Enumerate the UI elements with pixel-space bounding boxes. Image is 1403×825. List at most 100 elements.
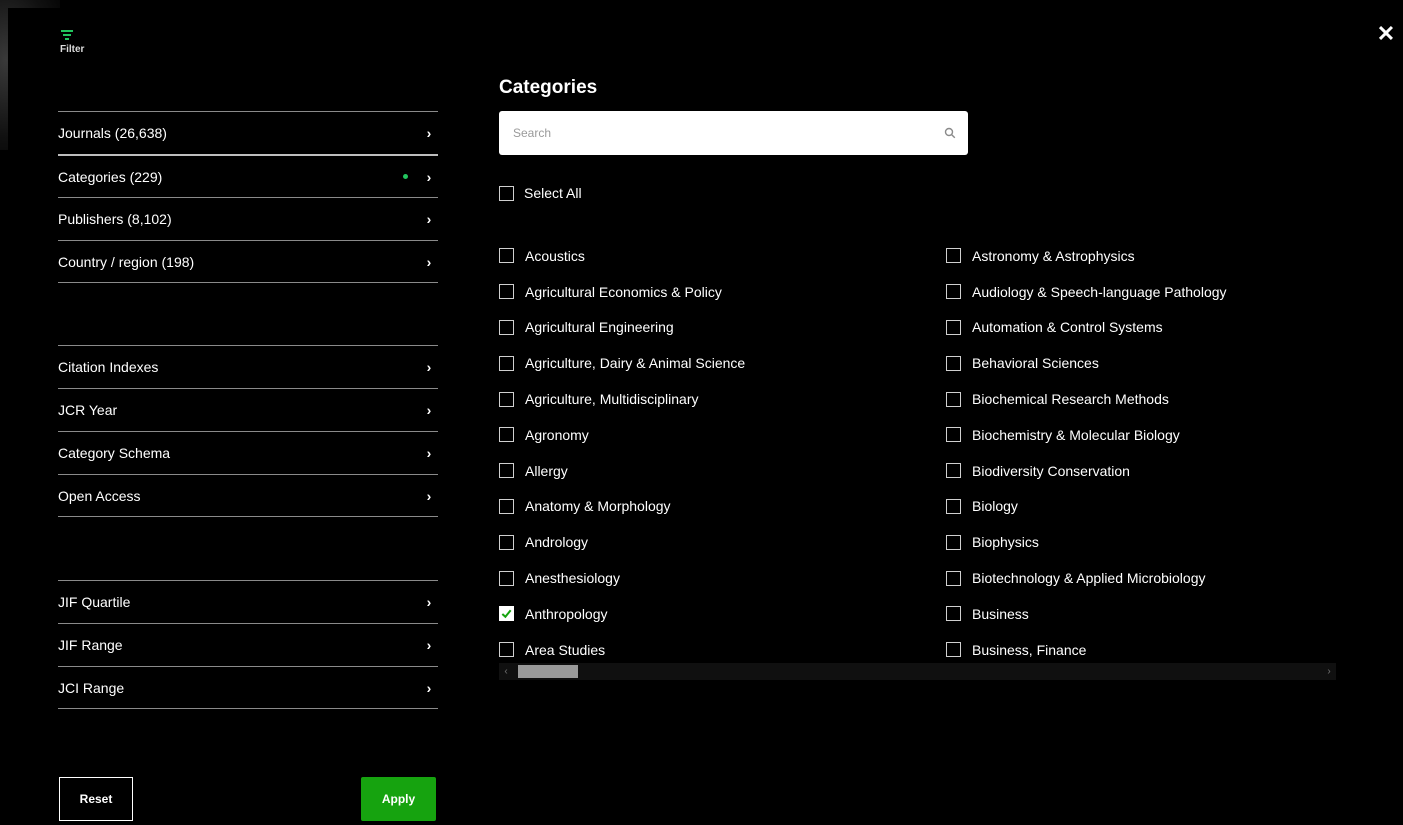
category-label: Biochemical Research Methods xyxy=(972,391,1169,408)
category-checkbox[interactable] xyxy=(499,284,514,300)
nav-item-jci-range[interactable]: JCI Range › xyxy=(58,666,438,709)
category-label: Allergy xyxy=(525,462,568,479)
category-checkbox[interactable] xyxy=(946,570,961,586)
checkmark-icon xyxy=(500,607,513,621)
category-option[interactable]: Audiology & Speech-language Pathology xyxy=(946,274,1227,310)
category-option[interactable]: Biochemical Research Methods xyxy=(946,381,1227,417)
category-checkbox[interactable] xyxy=(499,498,514,514)
nav-item-citation-indexes[interactable]: Citation Indexes › xyxy=(58,345,438,388)
category-checkbox[interactable] xyxy=(499,248,514,264)
category-label: Behavioral Sciences xyxy=(972,355,1099,372)
category-label: Biochemistry & Molecular Biology xyxy=(972,426,1180,443)
category-option[interactable]: Agricultural Economics & Policy xyxy=(499,274,745,310)
category-option[interactable]: Agriculture, Dairy & Animal Science xyxy=(499,345,745,381)
nav-item-publishers[interactable]: Publishers (8,102) › xyxy=(58,197,438,240)
category-option[interactable]: Astronomy & Astrophysics xyxy=(946,238,1227,274)
filter-icon xyxy=(61,30,73,40)
chevron-right-icon: › xyxy=(426,445,432,461)
select-all-option[interactable]: Select All xyxy=(499,185,582,201)
category-checkbox[interactable] xyxy=(946,642,961,658)
category-option[interactable]: Anatomy & Morphology xyxy=(499,489,745,525)
nav-item-jif-quartile[interactable]: JIF Quartile › xyxy=(58,580,438,623)
nav-item-jif-range[interactable]: JIF Range › xyxy=(58,623,438,666)
chevron-right-icon: › xyxy=(426,487,432,504)
category-checkbox[interactable] xyxy=(946,534,961,550)
category-option[interactable]: Behavioral Sciences xyxy=(946,345,1227,381)
reset-button[interactable]: Reset xyxy=(59,777,133,821)
category-option[interactable]: Biophysics xyxy=(946,524,1227,560)
select-all-checkbox[interactable] xyxy=(499,185,514,201)
category-checkbox[interactable] xyxy=(946,391,961,407)
category-option[interactable]: Business xyxy=(946,596,1227,632)
category-label: Business xyxy=(972,605,1029,622)
active-indicator-dot xyxy=(403,174,408,179)
nav-item-label: Publishers (8,102) xyxy=(58,211,172,227)
category-checkbox[interactable] xyxy=(499,534,514,550)
nav-item-categories[interactable]: Categories (229) › xyxy=(58,154,438,197)
nav-item-label: Citation Indexes xyxy=(58,359,159,375)
category-column-1: Acoustics Agricultural Economics & Policy… xyxy=(499,238,745,668)
category-checkbox[interactable] xyxy=(946,427,961,443)
category-search-box xyxy=(499,111,968,155)
category-checkbox[interactable] xyxy=(946,463,961,479)
nav-item-label: JIF Range xyxy=(58,637,123,653)
category-option[interactable]: Automation & Control Systems xyxy=(946,310,1227,346)
category-label: Agriculture, Dairy & Animal Science xyxy=(525,355,746,372)
nav-item-label: Journals (26,638) xyxy=(58,125,167,141)
category-option[interactable]: Andrology xyxy=(499,524,745,560)
category-checkbox[interactable] xyxy=(499,319,514,335)
category-option[interactable]: Anthropology xyxy=(499,596,745,632)
search-icon[interactable] xyxy=(944,127,956,139)
nav-item-country-region[interactable]: Country / region (198) › xyxy=(58,240,438,283)
category-option[interactable]: Agriculture, Multidisciplinary xyxy=(499,381,745,417)
nav-item-label: Categories (229) xyxy=(58,168,163,185)
scrollbar-thumb[interactable] xyxy=(518,665,578,678)
category-option[interactable]: Biotechnology & Applied Microbiology xyxy=(946,560,1227,596)
category-checkbox[interactable] xyxy=(946,319,961,335)
apply-button[interactable]: Apply xyxy=(361,777,436,821)
nav-item-category-schema[interactable]: Category Schema › xyxy=(58,431,438,474)
chevron-right-icon: › xyxy=(426,125,432,141)
nav-item-journals[interactable]: Journals (26,638) › xyxy=(58,111,438,154)
category-checkbox[interactable] xyxy=(499,391,514,407)
category-checkbox[interactable] xyxy=(499,463,514,479)
nav-group-metrics: JIF Quartile › JIF Range › JCI Range › xyxy=(58,580,438,709)
chevron-right-icon: › xyxy=(426,253,432,270)
category-option[interactable]: Agronomy xyxy=(499,417,745,453)
category-checkbox[interactable] xyxy=(499,570,514,586)
close-button[interactable]: ✕ xyxy=(1375,22,1397,46)
category-option[interactable]: Allergy xyxy=(499,453,745,489)
chevron-right-icon: › xyxy=(426,679,432,696)
nav-item-open-access[interactable]: Open Access › xyxy=(58,474,438,517)
category-checkbox[interactable] xyxy=(499,427,514,443)
category-option[interactable]: Biodiversity Conservation xyxy=(946,453,1227,489)
category-label: Area Studies xyxy=(525,641,606,658)
category-label: Agriculture, Multidisciplinary xyxy=(525,391,699,408)
category-option[interactable]: Acoustics xyxy=(499,238,745,274)
category-checkbox[interactable] xyxy=(499,606,514,622)
category-checkbox[interactable] xyxy=(946,498,961,514)
nav-item-jcr-year[interactable]: JCR Year › xyxy=(58,388,438,431)
nav-item-label: Category Schema xyxy=(58,445,171,461)
category-label: Biotechnology & Applied Microbiology xyxy=(972,570,1206,587)
horizontal-scrollbar[interactable]: ‹ › xyxy=(499,663,1336,680)
nav-item-label: JCI Range xyxy=(58,679,125,696)
category-option[interactable]: Agricultural Engineering xyxy=(499,310,745,346)
category-label: Agronomy xyxy=(525,426,589,443)
category-checkbox[interactable] xyxy=(946,355,961,371)
category-label: Acoustics xyxy=(525,247,585,264)
scroll-right-arrow-icon[interactable]: › xyxy=(1322,663,1336,680)
categories-title: Categories xyxy=(499,77,598,98)
category-option[interactable]: Biochemistry & Molecular Biology xyxy=(946,417,1227,453)
chevron-right-icon: › xyxy=(426,402,432,418)
category-checkbox[interactable] xyxy=(946,248,961,264)
category-checkbox[interactable] xyxy=(499,642,514,658)
category-checkbox[interactable] xyxy=(499,355,514,371)
category-option[interactable]: Biology xyxy=(946,489,1227,525)
category-checkbox[interactable] xyxy=(946,606,961,622)
category-option[interactable]: Anesthesiology xyxy=(499,560,745,596)
category-search-input[interactable] xyxy=(511,125,944,141)
category-checkbox[interactable] xyxy=(946,284,961,300)
chevron-right-icon: › xyxy=(426,168,432,185)
scroll-left-arrow-icon[interactable]: ‹ xyxy=(499,663,513,680)
